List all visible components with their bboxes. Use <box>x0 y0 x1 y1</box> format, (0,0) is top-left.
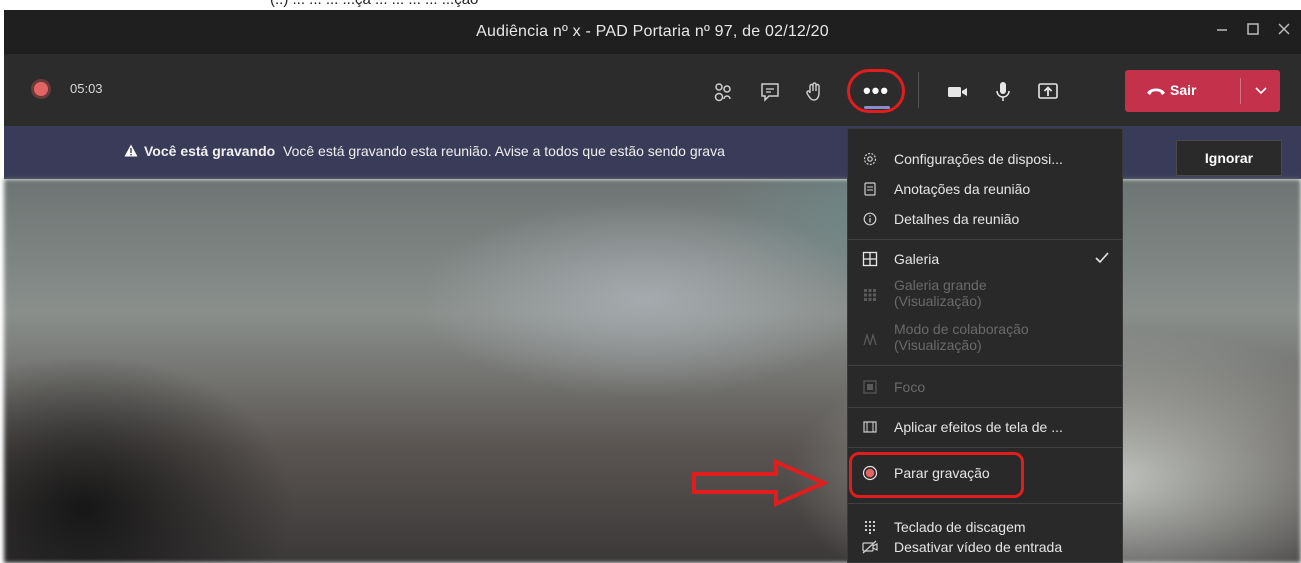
microphone-icon <box>996 82 1010 101</box>
background-effects-icon <box>862 419 878 435</box>
banner-text: Você está gravando esta reunião. Avise a… <box>283 143 725 159</box>
participants-button[interactable] <box>705 74 741 110</box>
banner-message: Você está gravando Você está gravando es… <box>124 143 725 159</box>
menu-item-label: Galeria grande (Visualização) <box>894 277 987 309</box>
info-icon <box>862 211 878 227</box>
menu-divider <box>848 503 1122 504</box>
stop-recording-highlight <box>849 452 1024 498</box>
close-icon <box>1278 23 1290 35</box>
banner-bold-label: Você está gravando <box>144 143 276 159</box>
minimize-button[interactable] <box>1210 20 1234 44</box>
warning-icon <box>124 144 138 157</box>
chat-button[interactable] <box>752 74 788 110</box>
more-icon: ••• <box>862 78 890 103</box>
close-button[interactable] <box>1272 20 1296 44</box>
share-screen-icon <box>1038 83 1058 99</box>
chat-icon <box>761 83 779 102</box>
menu-item-label: Galeria <box>894 251 940 267</box>
menu-item-meeting-notes[interactable]: Anotações da reunião <box>848 175 1122 203</box>
title-bar: Audiência nº x - PAD Portaria nº 97, de … <box>4 10 1301 54</box>
meeting-timer: 05:03 <box>70 81 103 96</box>
cropped-caption: (..) ... ... ... ...çã ... ... ... ... .… <box>0 0 1301 10</box>
caption-text: (..) ... ... ... ...çã ... ... ... ... .… <box>270 0 478 8</box>
window-title: Audiência nº x - PAD Portaria nº 97, de … <box>476 23 829 40</box>
chevron-down-icon <box>1255 87 1267 95</box>
together-mode-icon <box>862 331 878 347</box>
menu-item-device-settings[interactable]: Configurações de disposi... <box>848 145 1122 173</box>
hang-up-icon <box>1147 88 1165 95</box>
participants-icon <box>714 83 731 102</box>
notes-icon <box>862 181 878 197</box>
menu-item-label: Foco <box>894 379 926 395</box>
large-grid-icon <box>862 287 878 303</box>
menu-divider <box>848 447 1122 448</box>
menu-item-label: Configurações de disposi... <box>894 151 1063 167</box>
menu-item-background-effects[interactable]: Aplicar efeitos de tela de ... <box>848 413 1122 441</box>
menu-item-label: Desativar vídeo de entrada <box>894 539 1063 555</box>
raise-hand-button[interactable] <box>797 74 833 110</box>
leave-label: Sair <box>1170 82 1197 98</box>
menu-item-label: Modo de colaboração (Visualização) <box>894 321 1029 353</box>
menu-divider <box>848 365 1122 366</box>
menu-item-disable-incoming-video[interactable]: Desativar vídeo de entrada <box>848 533 1122 561</box>
settings-icon <box>862 151 878 167</box>
menu-item-meeting-details[interactable]: Detalhes da reunião <box>848 205 1122 233</box>
recording-indicator-icon <box>34 82 48 96</box>
annotation-arrow-icon <box>692 458 829 508</box>
menu-divider <box>848 407 1122 408</box>
camera-button[interactable] <box>940 74 976 110</box>
menu-divider <box>848 239 1122 240</box>
video-off-icon <box>862 539 878 555</box>
leave-button[interactable]: Sair <box>1125 70 1280 112</box>
menu-item-focus: Foco <box>848 373 1122 401</box>
menu-item-together-mode: Modo de colaboração (Visualização) <box>848 319 1122 355</box>
menu-item-label: Detalhes da reunião <box>894 211 1020 227</box>
menu-item-label: Anotações da reunião <box>894 181 1031 197</box>
share-screen-button[interactable] <box>1030 74 1066 110</box>
menu-item-label: Aplicar efeitos de tela de ... <box>894 419 1063 435</box>
maximize-button[interactable] <box>1241 20 1265 44</box>
grid-icon <box>862 251 878 267</box>
microphone-button[interactable] <box>985 74 1021 110</box>
maximize-icon <box>1247 23 1259 35</box>
ignore-button[interactable]: Ignorar <box>1176 140 1282 176</box>
toolbar-divider <box>918 72 919 108</box>
meeting-toolbar <box>4 54 1301 126</box>
more-active-indicator <box>864 106 890 109</box>
leave-divider <box>1240 78 1241 104</box>
raise-hand-icon <box>806 82 820 101</box>
focus-icon <box>862 379 878 395</box>
menu-item-large-gallery: Galeria grande (Visualização) <box>848 275 1122 311</box>
camera-icon <box>948 87 967 97</box>
checkmark-icon <box>1095 252 1109 264</box>
menu-item-gallery[interactable]: Galeria <box>848 245 1122 273</box>
minimize-icon <box>1217 29 1227 31</box>
